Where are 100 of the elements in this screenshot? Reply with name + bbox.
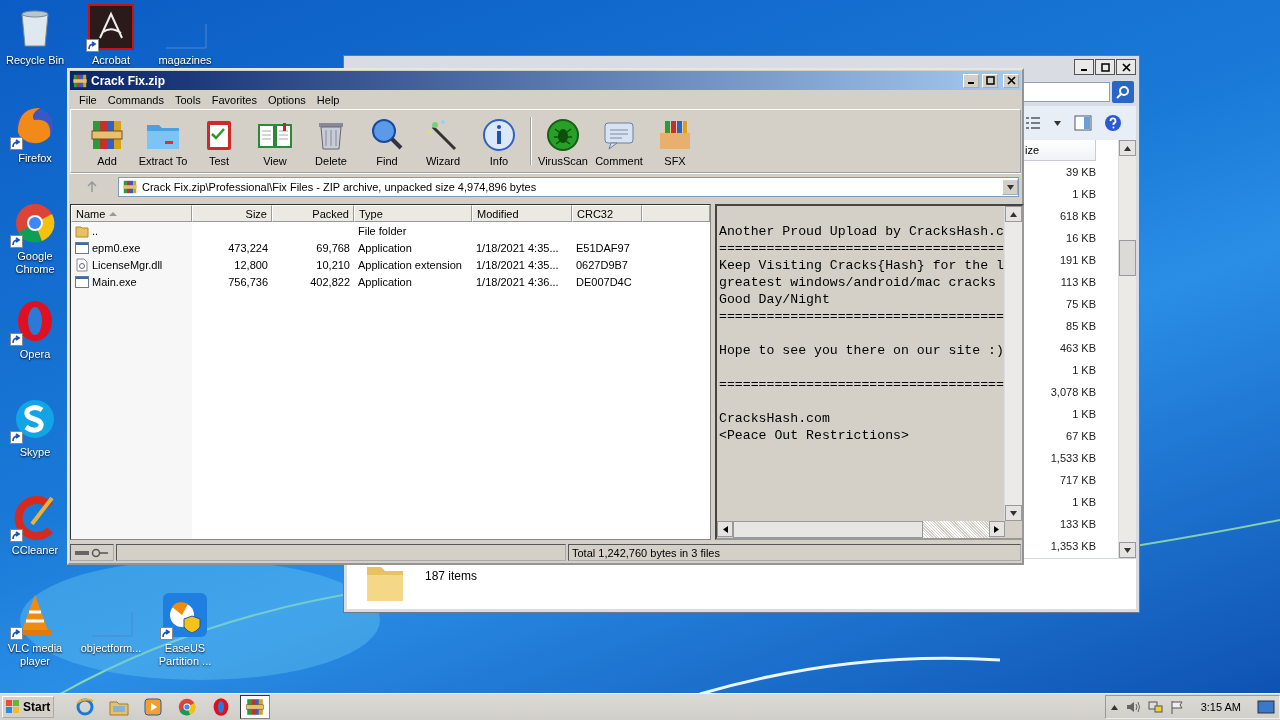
preview-pane-icon[interactable] bbox=[1074, 115, 1092, 131]
toolbar-button[interactable]: Wizard bbox=[415, 112, 471, 170]
column-header[interactable]: Packed bbox=[272, 205, 354, 222]
file-size: 473,224 bbox=[228, 241, 268, 254]
desktop-icon-label[interactable]: Acrobat bbox=[92, 54, 130, 67]
modified-date: 1/18/2021 4:36... bbox=[476, 275, 559, 288]
close-icon bbox=[1121, 62, 1131, 72]
menu-item[interactable]: Help bbox=[311, 93, 345, 106]
file-size: 113 KB bbox=[1059, 275, 1097, 290]
scrollbar-thumb[interactable] bbox=[1119, 240, 1136, 276]
toolbar-button[interactable]: Extract To bbox=[135, 112, 191, 170]
desktop-icon-label[interactable]: Skype bbox=[19, 446, 51, 459]
scroll-down-icon bbox=[1123, 545, 1132, 555]
column-header[interactable]: Name bbox=[71, 205, 192, 222]
column-header[interactable]: CRC32 bbox=[572, 205, 642, 222]
desktop-icon-label[interactable]: Opera bbox=[19, 348, 51, 361]
desktop-icon-label[interactable]: Recycle Bin bbox=[5, 54, 65, 67]
menu-item[interactable]: Commands bbox=[102, 93, 169, 106]
close-icon bbox=[1006, 76, 1016, 85]
desktop-icon-label[interactable]: VLC media player bbox=[4, 642, 66, 668]
toolbar-button[interactable]: Find bbox=[359, 112, 415, 170]
path-field[interactable]: Crack Fix.zip\Professional\Fix Files - ZIP archive, unpacked size 4,974,896 bytes bbox=[118, 177, 1019, 197]
toolbar-button[interactable]: Test bbox=[191, 112, 247, 170]
help-icon[interactable] bbox=[1104, 114, 1122, 132]
disk-tool-icon[interactable] bbox=[162, 592, 208, 638]
toolbar-button[interactable]: Delete bbox=[303, 112, 359, 170]
file-size: 1 KB bbox=[1071, 363, 1097, 378]
desktop-icon-label[interactable]: Firefox bbox=[18, 152, 52, 165]
file-size: 463 KB bbox=[1058, 341, 1097, 356]
column-header[interactable]: ize bbox=[1022, 140, 1096, 161]
search-button[interactable] bbox=[1112, 81, 1134, 103]
browser-icon bbox=[177, 697, 197, 717]
menu-item[interactable]: File bbox=[74, 93, 102, 106]
menu-item[interactable]: Favorites bbox=[206, 93, 262, 106]
file-type: Application bbox=[358, 241, 412, 254]
column-header[interactable]: Type bbox=[354, 205, 472, 222]
maximize-icon bbox=[1100, 62, 1110, 72]
network-icon[interactable] bbox=[1146, 699, 1163, 715]
letter-o-icon bbox=[211, 697, 231, 717]
show-hidden-icons-icon bbox=[1109, 702, 1119, 712]
document-app-icon[interactable] bbox=[88, 4, 134, 50]
toolbar-button[interactable]: View bbox=[247, 112, 303, 170]
file-row[interactable]: LicenseMgr.dll 12,800 10,210 Application extension 1/18/2021 4:35... 0627D9B7 bbox=[71, 256, 710, 273]
toolbar-button[interactable]: Info bbox=[471, 112, 527, 170]
toolbar-button[interactable]: Comment bbox=[591, 112, 647, 170]
file-type: Application extension bbox=[358, 258, 462, 271]
browser-icon bbox=[75, 697, 95, 717]
scrollbar[interactable] bbox=[1003, 206, 1022, 521]
file-name: epm0.exe bbox=[92, 241, 141, 254]
horizontal-scrollbar[interactable] bbox=[717, 521, 1005, 538]
up-arrow-icon bbox=[86, 181, 98, 193]
taskbar-button[interactable] bbox=[240, 695, 270, 719]
info-icon bbox=[481, 117, 517, 153]
file-size: 16 KB bbox=[1065, 231, 1097, 246]
file-size: 85 KB bbox=[1065, 319, 1097, 334]
flag-icon[interactable] bbox=[1168, 699, 1185, 715]
toolbar-button[interactable]: SFX bbox=[647, 112, 703, 170]
desktop-icon-label[interactable]: Google Chrome bbox=[4, 250, 66, 276]
file-row[interactable]: Main.exe 756,736 402,822 Application 1/18/2021 4:36... DE007D4C bbox=[71, 273, 710, 290]
file-size: 75 KB bbox=[1065, 297, 1097, 312]
show-desktop-icon[interactable] bbox=[1257, 700, 1275, 714]
comment-line: ==================================== bbox=[719, 308, 1004, 325]
windows-logo-icon bbox=[5, 699, 21, 715]
file-size: 1,533 KB bbox=[1049, 451, 1097, 466]
desktop-icon-label[interactable]: magazines bbox=[158, 54, 212, 67]
file-row[interactable]: .. File folder bbox=[71, 222, 710, 239]
minimize-button[interactable] bbox=[1074, 59, 1094, 75]
scrollbar[interactable] bbox=[1118, 140, 1136, 558]
menu-item[interactable]: Tools bbox=[170, 93, 206, 106]
start-button[interactable]: Start bbox=[2, 696, 54, 718]
search-icon bbox=[1116, 85, 1130, 99]
menu-item[interactable]: Options bbox=[262, 93, 311, 106]
archive-icon bbox=[122, 179, 138, 195]
comment-line: Keep Visiting Cracks{Hash} for the l bbox=[719, 257, 1004, 274]
clock[interactable]: 3:15 AM bbox=[1200, 701, 1241, 713]
packed-size: 10,210 bbox=[316, 258, 350, 271]
file-name: .. bbox=[92, 224, 99, 237]
scroll-down-icon bbox=[1008, 508, 1018, 518]
column-header[interactable] bbox=[642, 205, 710, 222]
desktop-icon-label[interactable]: CCleaner bbox=[11, 544, 59, 557]
file-size: 39 KB bbox=[1065, 165, 1097, 180]
column-header[interactable]: Modified bbox=[472, 205, 572, 222]
comment-line: <Peace Out Restrictions> bbox=[719, 427, 910, 444]
view-list-icon[interactable] bbox=[1025, 116, 1041, 130]
file-size: 756,736 bbox=[228, 275, 268, 288]
checksum: DE007D4C bbox=[576, 275, 632, 288]
comment-line: Another Proud Upload by CracksHash.c bbox=[719, 223, 1004, 240]
speaker-icon[interactable] bbox=[1124, 699, 1141, 715]
toolbar-button[interactable]: VirusScan bbox=[535, 112, 591, 170]
sort-arrow-icon bbox=[109, 211, 118, 216]
column-header[interactable]: Size bbox=[192, 205, 272, 222]
scroll-right-icon bbox=[992, 524, 1002, 534]
minimize-icon bbox=[968, 81, 974, 84]
checksum: E51DAF97 bbox=[576, 241, 630, 254]
comment-line: ==================================== bbox=[719, 240, 1004, 257]
close-button[interactable] bbox=[1116, 59, 1136, 75]
program-icon bbox=[75, 275, 89, 288]
maximize-button[interactable] bbox=[1095, 59, 1115, 75]
toolbar-button[interactable]: Add bbox=[79, 112, 135, 170]
file-row[interactable]: epm0.exe 473,224 69,768 Application 1/18/2021 4:35... E51DAF97 bbox=[71, 239, 710, 256]
